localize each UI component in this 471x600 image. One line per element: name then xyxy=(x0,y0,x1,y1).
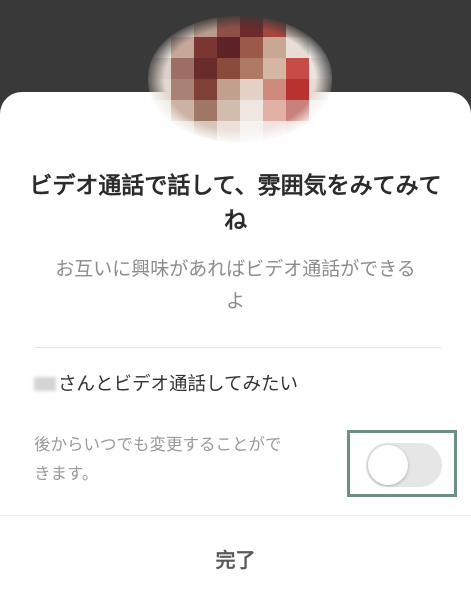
avatar-pixel xyxy=(217,58,240,79)
avatar-pixel xyxy=(171,79,194,100)
video-call-setting-note: 後からいつでも変更することができます。 xyxy=(34,435,282,483)
avatar-pixel xyxy=(194,37,217,58)
avatar-pixel xyxy=(194,100,217,121)
avatar-pixel xyxy=(240,79,263,100)
sheet-subtitle: お互いに興味があればビデオ通話ができるよ xyxy=(55,258,416,312)
section-divider xyxy=(34,347,441,348)
avatar-pixel xyxy=(240,121,263,142)
video-call-setting-label: さんとビデオ通話してみたい xyxy=(34,373,334,396)
avatar-pixel xyxy=(194,79,217,100)
avatar-pixel xyxy=(309,79,332,100)
done-button[interactable]: 完了 xyxy=(0,520,471,600)
avatar-pixel xyxy=(171,37,194,58)
avatar-pixel xyxy=(309,58,332,79)
blurred-username xyxy=(34,377,56,391)
avatar-pixel xyxy=(263,37,286,58)
avatar-pixel xyxy=(286,37,309,58)
avatar-pixel xyxy=(240,58,263,79)
avatar-pixel xyxy=(194,58,217,79)
avatar-pixel xyxy=(263,100,286,121)
avatar-pixel xyxy=(286,58,309,79)
avatar-pixel xyxy=(286,100,309,121)
footer-divider xyxy=(0,515,471,516)
toggle-knob xyxy=(368,445,408,485)
avatar-pixel xyxy=(263,79,286,100)
avatar-pixel xyxy=(217,16,240,37)
avatar-pixel xyxy=(240,16,263,37)
video-call-toggle[interactable] xyxy=(366,443,442,487)
avatar-pixel xyxy=(286,79,309,100)
pixelated-profile-avatar xyxy=(148,16,332,142)
avatar-pixel xyxy=(148,79,171,100)
sheet-title: ビデオ通話で話して、雰囲気をみてみてね xyxy=(29,173,442,234)
avatar-pixel xyxy=(217,121,240,142)
avatar-pixel xyxy=(240,100,263,121)
avatar-pixel xyxy=(217,100,240,121)
avatar-pixel xyxy=(171,58,194,79)
avatar-pixel xyxy=(171,100,194,121)
avatar-pixel xyxy=(263,58,286,79)
avatar-pixel xyxy=(217,79,240,100)
avatar-pixel xyxy=(148,58,171,79)
avatar-pixel xyxy=(240,37,263,58)
video-call-setting-text: さんとビデオ通話してみたい xyxy=(58,374,298,395)
avatar-pixel xyxy=(217,37,240,58)
